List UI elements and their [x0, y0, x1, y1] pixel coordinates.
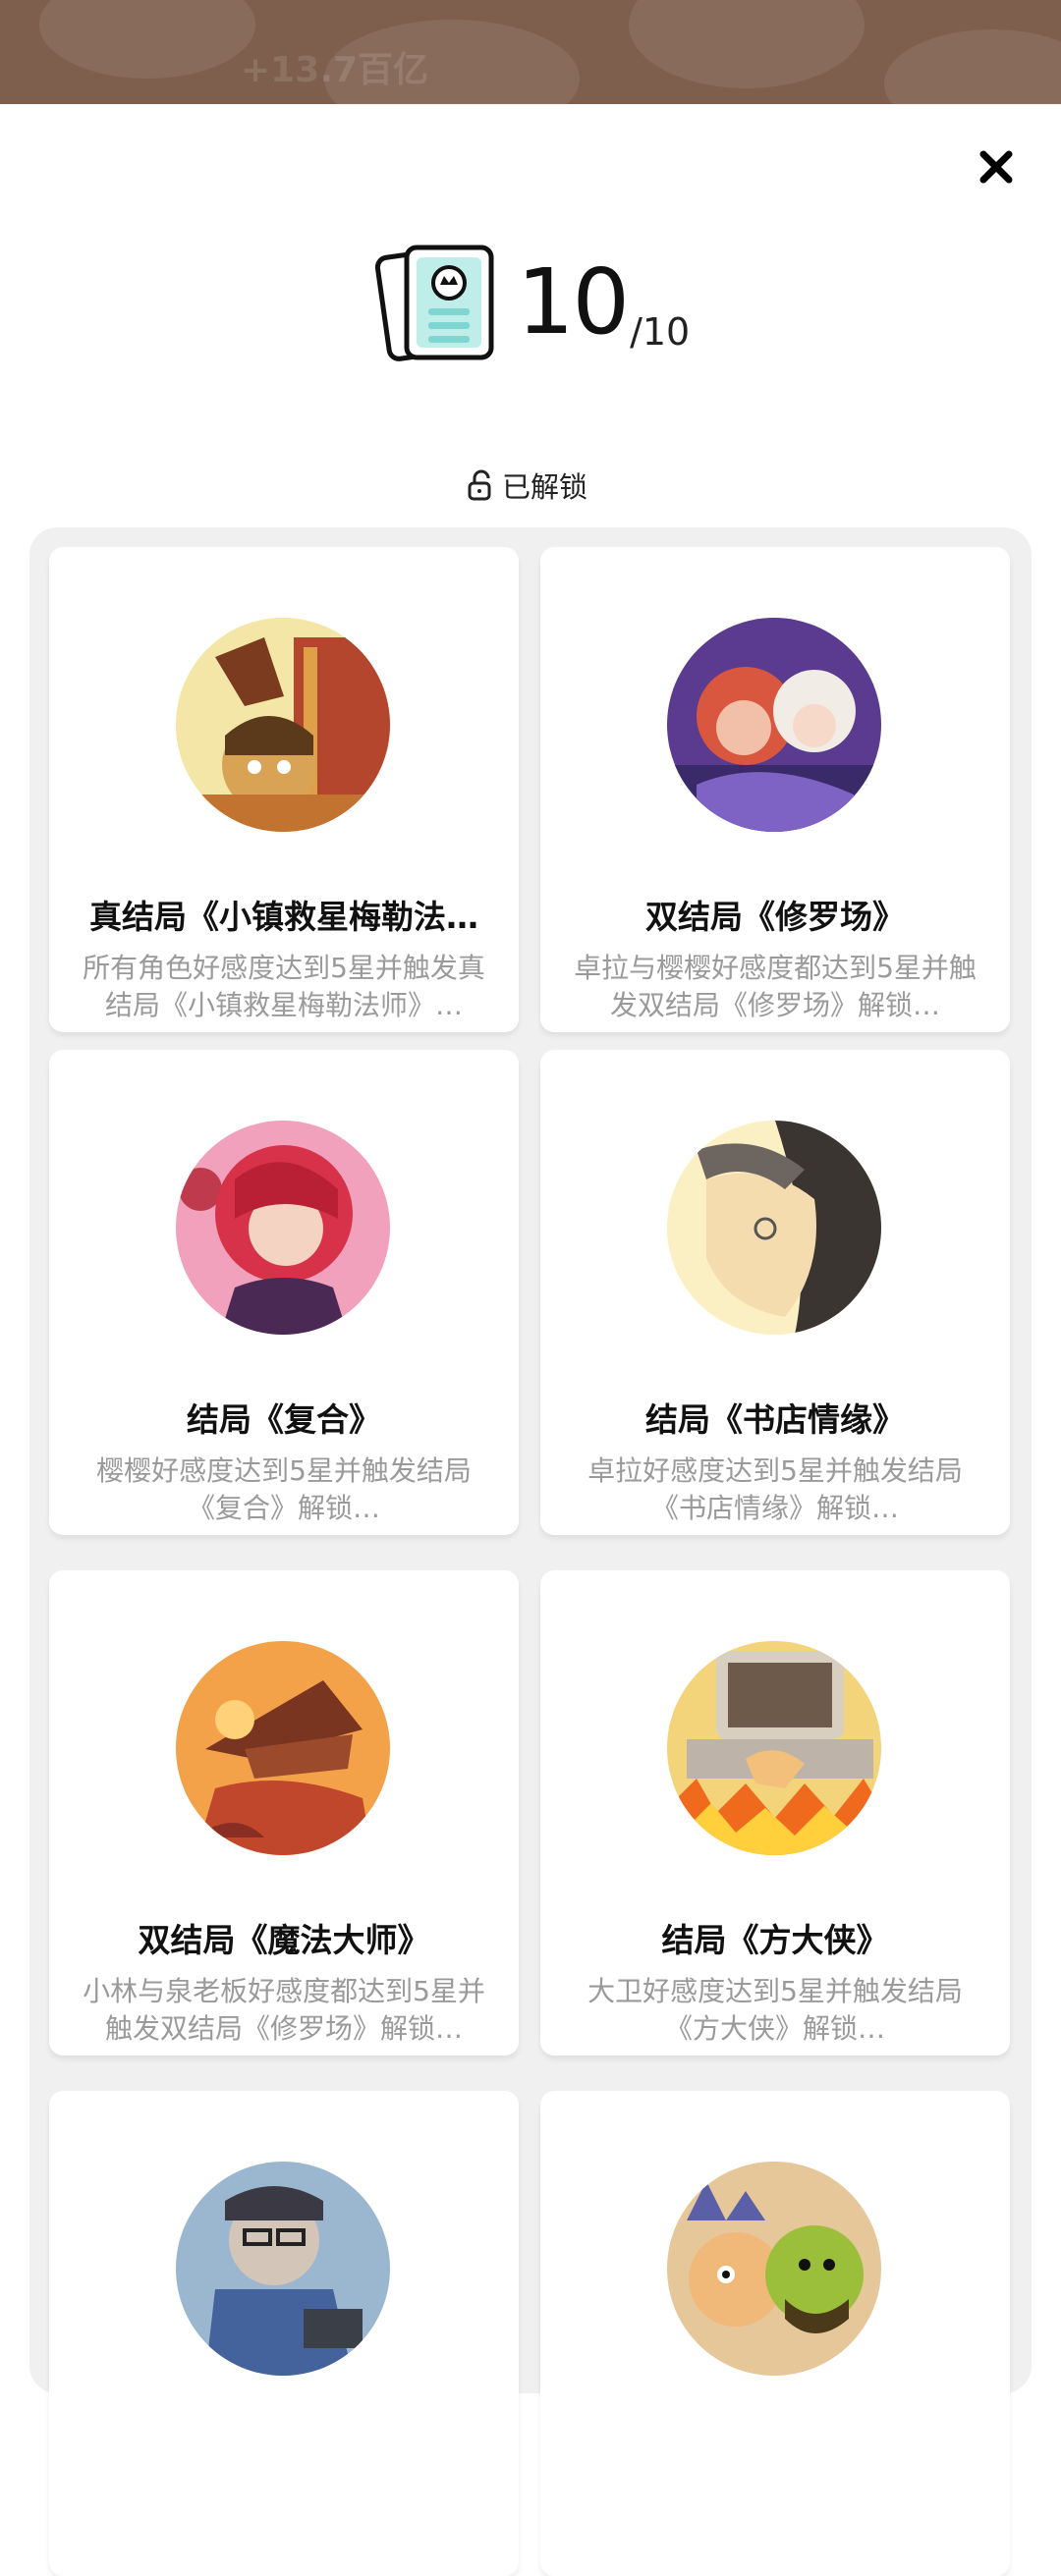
ending-portrait [176, 618, 390, 832]
ending-card[interactable]: 双结局《魔法大师》 小林与泉老板好感度都达到5星并触发双结局《修罗场》解锁… [49, 1570, 519, 2055]
ending-portrait [176, 2162, 390, 2376]
ending-description: 卓拉与樱樱好感度都达到5星并触发双结局《修罗场》解锁… [574, 952, 977, 1021]
ending-title: 结局《方大侠》 [661, 1921, 889, 1959]
unlock-icon [468, 469, 491, 501]
ending-description [79, 2494, 489, 2568]
ending-description: 卓拉好感度达到5星并触发结局《书店情缘》解锁… [587, 1454, 963, 1524]
ending-description: 小林与泉老板好感度都达到5星并触发双结局《修罗场》解锁… [83, 1975, 485, 2045]
ending-description [570, 2494, 980, 2568]
endings-count-total: /10 [630, 310, 691, 354]
close-button[interactable] [973, 143, 1020, 191]
ending-card[interactable] [49, 2091, 519, 2576]
endings-grid: 真结局《小镇救星梅勒法… 所有角色好感度达到5星并触发真结局《小镇救星梅勒法师》… [29, 527, 1032, 2576]
endings-count-current: 10 [517, 249, 630, 355]
ending-description: 所有角色好感度达到5星并触发真结局《小镇救星梅勒法师》… [83, 952, 485, 1021]
ending-title: 真结局《小镇救星梅勒法… [89, 898, 478, 936]
background-screen-strip: +13.7百亿 [0, 0, 1061, 104]
ending-card[interactable]: 结局《方大侠》 大卫好感度达到5星并触发结局《方大侠》解锁… [540, 1570, 1010, 2055]
ending-title: 结局《复合》 [187, 1400, 381, 1439]
ending-card[interactable]: 结局《复合》 樱樱好感度达到5星并触发结局《复合》解锁… [49, 1050, 519, 1535]
ending-title: 双结局《修罗场》 [645, 898, 905, 936]
ending-portrait [667, 1121, 881, 1335]
ending-title: 双结局《魔法大师》 [138, 1921, 430, 1959]
ending-card[interactable]: 真结局《小镇救星梅勒法… 所有角色好感度达到5星并触发真结局《小镇救星梅勒法师》… [49, 547, 519, 1032]
ending-portrait [667, 618, 881, 832]
ending-portrait [667, 2162, 881, 2376]
background-ghost-text: +13.7百亿 [241, 50, 428, 90]
unlocked-label: 已解锁 [502, 470, 588, 504]
ending-card[interactable]: 双结局《修罗场》 卓拉与樱樱好感度都达到5星并触发双结局《修罗场》解锁… [540, 547, 1010, 1032]
ending-description: 樱樱好感度达到5星并触发结局《复合》解锁… [96, 1454, 472, 1524]
ending-card[interactable]: 结局《书店情缘》 卓拉好感度达到5星并触发结局《书店情缘》解锁… [540, 1050, 1010, 1535]
unlocked-section-header: 已解锁 [467, 466, 587, 505]
ending-card-icon [374, 245, 494, 361]
ending-portrait [176, 1641, 390, 1855]
ending-portrait [667, 1641, 881, 1855]
close-icon [979, 150, 1013, 184]
ending-description: 大卫好感度达到5星并触发结局《方大侠》解锁… [587, 1975, 963, 2045]
ending-portrait [176, 1121, 390, 1335]
endings-counter: 10 /10 [373, 244, 690, 361]
ending-title: 结局《书店情缘》 [645, 1400, 905, 1439]
ending-card[interactable] [540, 2091, 1010, 2576]
